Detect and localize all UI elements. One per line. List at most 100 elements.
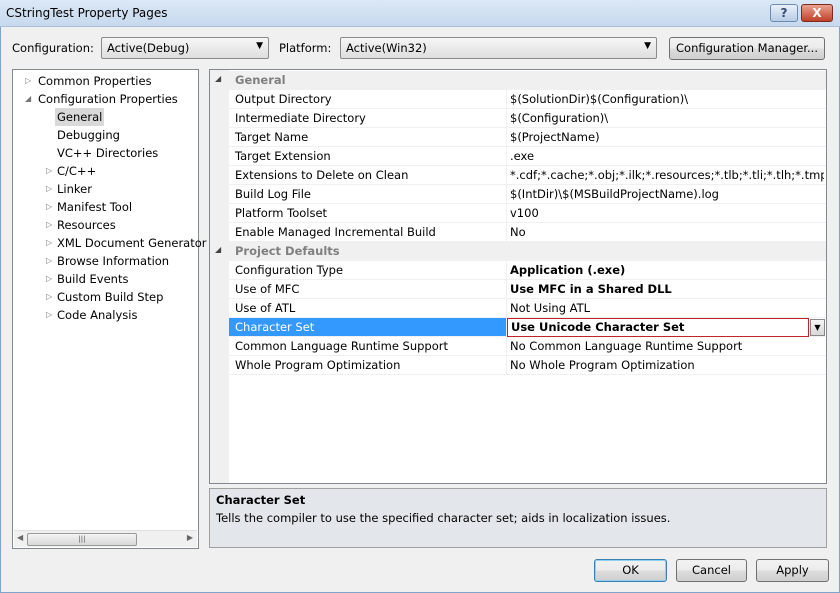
tree-item[interactable]: VC++ Directories (57, 144, 158, 162)
platform-value: Active(Win32) (346, 41, 427, 55)
chevron-down-icon: ▼ (256, 41, 263, 51)
collapse-arrow-icon[interactable]: ◢ (25, 90, 31, 108)
expand-arrow-icon[interactable]: ▷ (46, 270, 52, 288)
configuration-value: Active(Debug) (107, 41, 190, 55)
expand-arrow-icon[interactable]: ▷ (46, 162, 52, 180)
configuration-select[interactable]: Active(Debug) ▼ (101, 37, 269, 59)
property-value[interactable]: $(ProjectName) (510, 130, 824, 144)
configuration-manager-button[interactable]: Configuration Manager... (669, 37, 825, 60)
help-button[interactable]: ? (770, 4, 798, 22)
property-row[interactable]: Output Directory $(SolutionDir)$(Configur… (210, 90, 826, 109)
property-row[interactable]: Platform Toolset v100 (210, 204, 826, 223)
platform-select[interactable]: Active(Win32) ▼ (340, 37, 657, 59)
close-button[interactable]: X (801, 4, 833, 22)
property-name: Common Language Runtime Support (235, 339, 449, 353)
property-name: Character Set (229, 318, 506, 336)
column-divider[interactable] (506, 299, 507, 318)
column-divider[interactable] (506, 147, 507, 166)
property-row[interactable]: Whole Program Optimization No Whole Progr… (210, 356, 826, 375)
description-panel: Character Set Tells the compiler to use … (209, 488, 827, 548)
expand-arrow-icon[interactable]: ▷ (46, 180, 52, 198)
expand-arrow-icon[interactable]: ▷ (46, 288, 52, 306)
ok-button[interactable]: OK (594, 559, 667, 582)
scroll-left-icon[interactable]: ◀ (17, 533, 23, 542)
property-row[interactable]: Build Log File $(IntDir)\$(MSBuildProject… (210, 185, 826, 204)
property-row[interactable]: Use of ATL Not Using ATL (210, 299, 826, 318)
tree-item[interactable]: Manifest Tool (57, 198, 132, 216)
property-name: Target Extension (235, 149, 331, 163)
property-value[interactable]: Not Using ATL (510, 301, 824, 315)
expand-arrow-icon[interactable]: ▷ (46, 198, 52, 216)
property-value[interactable]: $(SolutionDir)$(Configuration)\ (510, 92, 824, 106)
horizontal-scrollbar[interactable]: ◀ ||| ▶ (14, 530, 197, 547)
tree-item[interactable]: Linker (57, 180, 92, 198)
property-value[interactable]: $(IntDir)\$(MSBuildProjectName).log (510, 187, 824, 201)
property-row[interactable]: Use of MFC Use MFC in a Shared DLL (210, 280, 826, 299)
property-value[interactable]: No (510, 225, 824, 239)
category-row[interactable]: ◢ Project Defaults (210, 242, 826, 261)
property-row[interactable]: Configuration Type Application (.exe) (210, 261, 826, 280)
column-divider[interactable] (506, 109, 507, 128)
category-row[interactable]: ◢ General (210, 71, 826, 90)
expand-arrow-icon[interactable]: ▷ (46, 234, 52, 252)
column-divider[interactable] (506, 280, 507, 299)
expand-arrow-icon[interactable]: ▷ (25, 72, 31, 90)
property-name: Output Directory (235, 92, 332, 106)
property-value[interactable]: No Whole Program Optimization (510, 358, 824, 372)
property-row[interactable]: Enable Managed Incremental Build No (210, 223, 826, 242)
apply-button[interactable]: Apply (756, 559, 829, 582)
column-divider[interactable] (506, 166, 507, 185)
property-value[interactable]: .exe (510, 149, 824, 163)
property-row[interactable]: Target Extension .exe (210, 147, 826, 166)
collapse-arrow-icon[interactable]: ◢ (215, 245, 221, 254)
property-value[interactable]: $(Configuration)\ (510, 111, 824, 125)
property-tree: ◀ ||| ▶ ▷ Common Properties ◢ Configuration… (12, 69, 207, 549)
expand-arrow-icon[interactable]: ▷ (46, 306, 52, 324)
property-name: Platform Toolset (235, 206, 328, 220)
property-row[interactable]: Character Set Use Unicode Character Set ▼ (210, 318, 826, 337)
tree-item[interactable]: Common Properties (38, 72, 152, 90)
tree-item[interactable]: Configuration Properties (38, 90, 178, 108)
property-name: Configuration Type (235, 263, 344, 277)
column-divider[interactable] (506, 90, 507, 109)
property-name: Use of ATL (235, 301, 296, 315)
property-row[interactable]: Target Name $(ProjectName) (210, 128, 826, 147)
dropdown-arrow-icon[interactable]: ▼ (810, 319, 825, 336)
property-value[interactable]: *.cdf;*.cache;*.obj;*.ilk;*.resources;*.… (510, 168, 824, 182)
category-name: Project Defaults (235, 244, 340, 258)
column-divider[interactable] (506, 223, 507, 242)
property-value[interactable]: v100 (510, 206, 824, 220)
column-divider[interactable] (506, 261, 507, 280)
tree-item[interactable]: Browse Information (57, 252, 169, 270)
property-row[interactable]: Intermediate Directory $(Configuration)\ (210, 109, 826, 128)
property-row[interactable]: Common Language Runtime Support No Common… (210, 337, 826, 356)
column-divider[interactable] (506, 128, 507, 147)
property-name: Build Log File (235, 187, 311, 201)
property-name: Enable Managed Incremental Build (235, 225, 436, 239)
property-value[interactable]: Application (.exe) (510, 263, 824, 277)
tree-item[interactable]: General (55, 108, 105, 126)
scrollbar-thumb[interactable]: ||| (27, 533, 137, 546)
property-value[interactable]: Use Unicode Character Set (507, 318, 809, 337)
tree-item[interactable]: Custom Build Step (57, 288, 163, 306)
column-divider[interactable] (506, 337, 507, 356)
tree-item[interactable]: Build Events (57, 270, 128, 288)
expand-arrow-icon[interactable]: ▷ (46, 252, 52, 270)
tree-item[interactable]: Debugging (57, 126, 120, 144)
column-divider[interactable] (506, 204, 507, 223)
tree-item[interactable]: Code Analysis (57, 306, 137, 324)
scroll-right-icon[interactable]: ▶ (187, 533, 193, 542)
cancel-button[interactable]: Cancel (676, 559, 747, 582)
column-divider[interactable] (506, 185, 507, 204)
column-divider[interactable] (506, 356, 507, 375)
expand-arrow-icon[interactable]: ▷ (46, 216, 52, 234)
tree-item[interactable]: XML Document Generator (57, 234, 207, 252)
collapse-arrow-icon[interactable]: ◢ (215, 74, 221, 83)
property-value[interactable]: No Common Language Runtime Support (510, 339, 824, 353)
configuration-label: Configuration: (12, 41, 94, 55)
tree-item[interactable]: C/C++ (57, 162, 96, 180)
property-row[interactable]: Extensions to Delete on Clean *.cdf;*.cac… (210, 166, 826, 185)
tree-item[interactable]: Resources (57, 216, 116, 234)
property-value[interactable]: Use MFC in a Shared DLL (510, 282, 824, 296)
property-name: Target Name (235, 130, 309, 144)
